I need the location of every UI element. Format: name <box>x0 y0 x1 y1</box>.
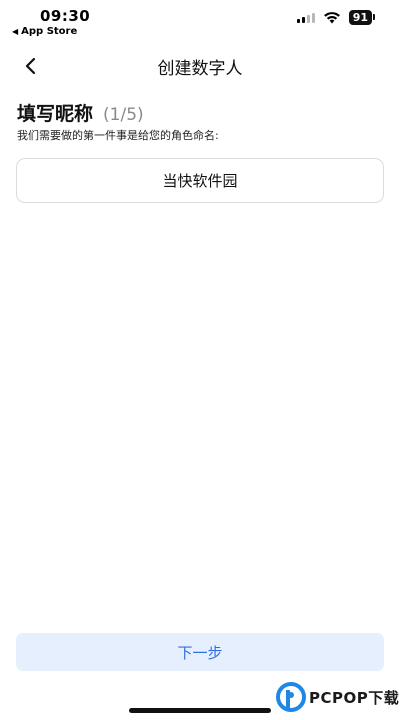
next-step-button[interactable]: 下一步 <box>16 633 384 671</box>
step-description: 我们需要做的第一件事是给您的角色命名: <box>17 129 219 142</box>
page-title: 创建数字人 <box>157 59 243 79</box>
cellular-signal-icon <box>296 12 315 23</box>
wifi-icon <box>323 11 340 23</box>
status-indicators: 91 <box>296 10 376 25</box>
step-heading: 填写昵称 (1/5) <box>17 99 144 126</box>
back-to-app-label: App Store <box>21 26 78 37</box>
pcpop-logo-icon <box>276 682 306 712</box>
nickname-input[interactable] <box>16 158 384 203</box>
step-count: (1/5) <box>103 105 144 125</box>
home-indicator <box>129 708 271 713</box>
back-triangle-icon: ◀ <box>12 27 19 36</box>
status-bar: 09:30 ◀ App Store 91 <box>0 0 400 44</box>
back-to-app-link[interactable]: ◀ App Store <box>12 26 77 37</box>
battery-indicator: 91 <box>348 10 376 25</box>
watermark-text: PCPOP下载 <box>309 688 400 707</box>
step-title: 填写昵称 <box>17 103 94 125</box>
watermark: PCPOP下载 <box>276 682 399 712</box>
status-time: 09:30 <box>40 7 91 25</box>
nav-bar: 创建数字人 <box>0 48 400 84</box>
